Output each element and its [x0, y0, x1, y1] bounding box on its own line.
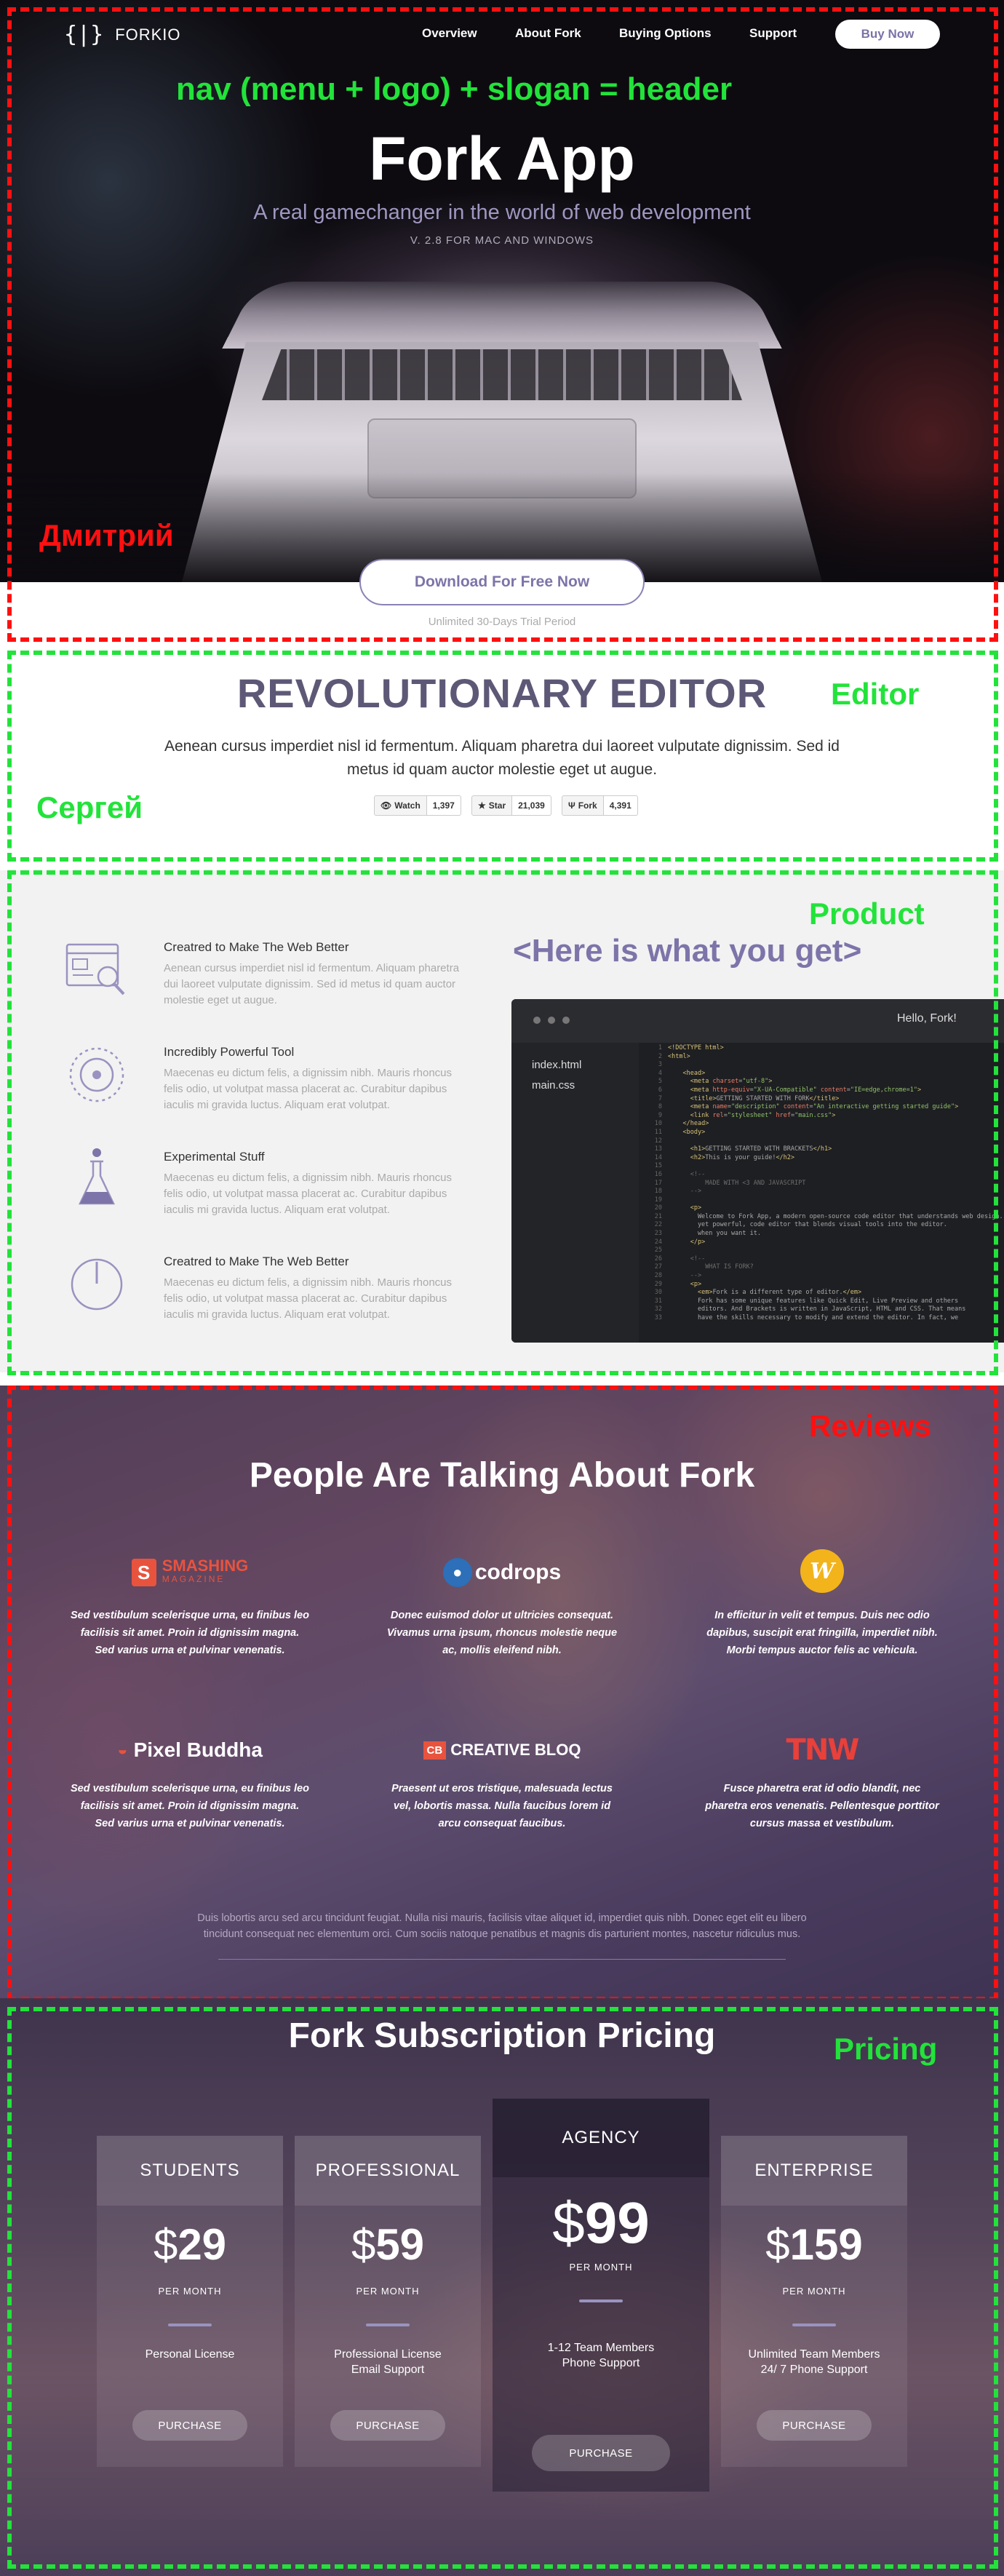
header-frame	[7, 7, 998, 642]
pricing-frame	[7, 2007, 998, 2569]
page: {|} FORKIO Overview About Fork Buying Op…	[0, 0, 1004, 2576]
product-frame	[7, 870, 998, 1375]
editor-frame	[7, 651, 998, 862]
reviews-frame	[7, 1386, 998, 2001]
